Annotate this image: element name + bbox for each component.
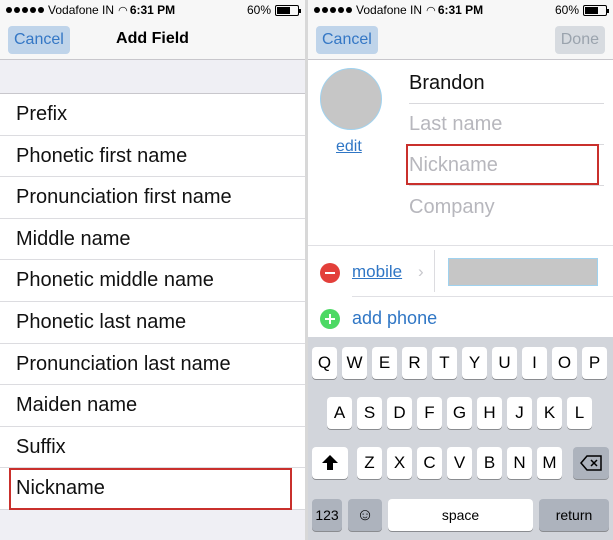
field-list: Prefix Phonetic first name Pronunciation… [0,93,305,510]
nickname-highlight [406,144,599,185]
battery-percent: 60% [246,3,271,17]
phone-label-link[interactable]: mobile [352,262,402,282]
add-field-screen: Vodafone IN ◠ 6:31 PM 60% Cancel Add Fie… [0,0,305,540]
shift-icon [322,455,338,470]
backspace-icon [580,455,602,471]
key-w[interactable]: W [342,347,367,379]
keyboard: Q W E R T Y U I O P A S D F G H J K L Z … [308,337,613,540]
cancel-button[interactable]: Cancel [316,26,378,54]
battery-info: 60% [554,3,609,17]
key-k[interactable]: K [537,397,562,429]
key-g[interactable]: G [447,397,472,429]
key-t[interactable]: T [432,347,457,379]
key-b[interactable]: B [477,447,502,479]
edit-photo-link[interactable]: edit [336,138,362,156]
emoji-key[interactable]: ☺ [348,499,382,531]
first-name-field[interactable]: Brandon [409,62,604,104]
chevron-right-icon: › [418,262,424,281]
delete-key[interactable] [573,447,609,479]
battery-icon [583,4,609,16]
status-bar: Vodafone IN ◠ 6:31 PM 60% [308,0,613,20]
key-h[interactable]: H [477,397,502,429]
navigation-bar: Cancel Done [308,20,613,60]
remove-phone-icon[interactable] [320,263,340,283]
return-key[interactable]: return [539,499,609,531]
key-x[interactable]: X [387,447,412,479]
key-o[interactable]: O [552,347,577,379]
battery-info: 60% [246,3,301,17]
list-item-phonetic-first-name[interactable]: Phonetic first name [0,136,305,178]
key-s[interactable]: S [357,397,382,429]
avatar[interactable] [320,68,382,130]
last-name-field[interactable]: Last name [409,103,604,145]
key-j[interactable]: J [507,397,532,429]
phone-divider [434,250,435,292]
list-item-pronunciation-last-name[interactable]: Pronunciation last name [0,344,305,386]
list-item-phonetic-last-name[interactable]: Phonetic last name [0,302,305,344]
key-a[interactable]: A [327,397,352,429]
key-d[interactable]: D [387,397,412,429]
key-f[interactable]: F [417,397,442,429]
battery-percent: 60% [554,3,579,17]
add-phone-icon[interactable] [320,309,340,329]
phone-number-field[interactable] [448,258,598,286]
key-z[interactable]: Z [357,447,382,479]
key-e[interactable]: E [372,347,397,379]
add-phone-button[interactable]: add phone [352,308,437,329]
contact-edit-screen: Vodafone IN ◠ 6:31 PM 60% Cancel Done ed… [308,0,613,540]
key-n[interactable]: N [507,447,532,479]
space-key[interactable]: space [388,499,533,531]
key-q[interactable]: Q [312,347,337,379]
list-item-pronunciation-first-name[interactable]: Pronunciation first name [0,177,305,219]
key-m[interactable]: M [537,447,562,479]
section-gap [0,61,305,93]
navigation-bar: Cancel Add Field [0,20,305,60]
key-l[interactable]: L [567,397,592,429]
battery-icon [275,4,301,16]
page-title: Add Field [116,30,189,47]
emoji-icon: ☺ [356,505,374,524]
key-c[interactable]: C [417,447,442,479]
list-item-suffix[interactable]: Suffix [0,427,305,469]
nickname-highlight [9,468,292,510]
row-divider [352,296,613,297]
list-item-phonetic-middle-name[interactable]: Phonetic middle name [0,260,305,302]
list-item-middle-name[interactable]: Middle name [0,219,305,261]
shift-key[interactable] [312,447,348,479]
numbers-key[interactable]: 123 [312,499,342,531]
list-item-maiden-name[interactable]: Maiden name [0,385,305,427]
company-field[interactable]: Company [409,186,604,228]
screenshot-root: Vodafone IN ◠ 6:31 PM 60% Cancel Add Fie… [0,0,613,540]
list-item-prefix[interactable]: Prefix [0,94,305,136]
key-r[interactable]: R [402,347,427,379]
key-v[interactable]: V [447,447,472,479]
section-divider [308,245,613,246]
done-button[interactable]: Done [554,26,605,54]
key-u[interactable]: U [492,347,517,379]
key-y[interactable]: Y [462,347,487,379]
key-i[interactable]: I [522,347,547,379]
status-bar: Vodafone IN ◠ 6:31 PM 60% [0,0,305,20]
key-p[interactable]: P [582,347,607,379]
